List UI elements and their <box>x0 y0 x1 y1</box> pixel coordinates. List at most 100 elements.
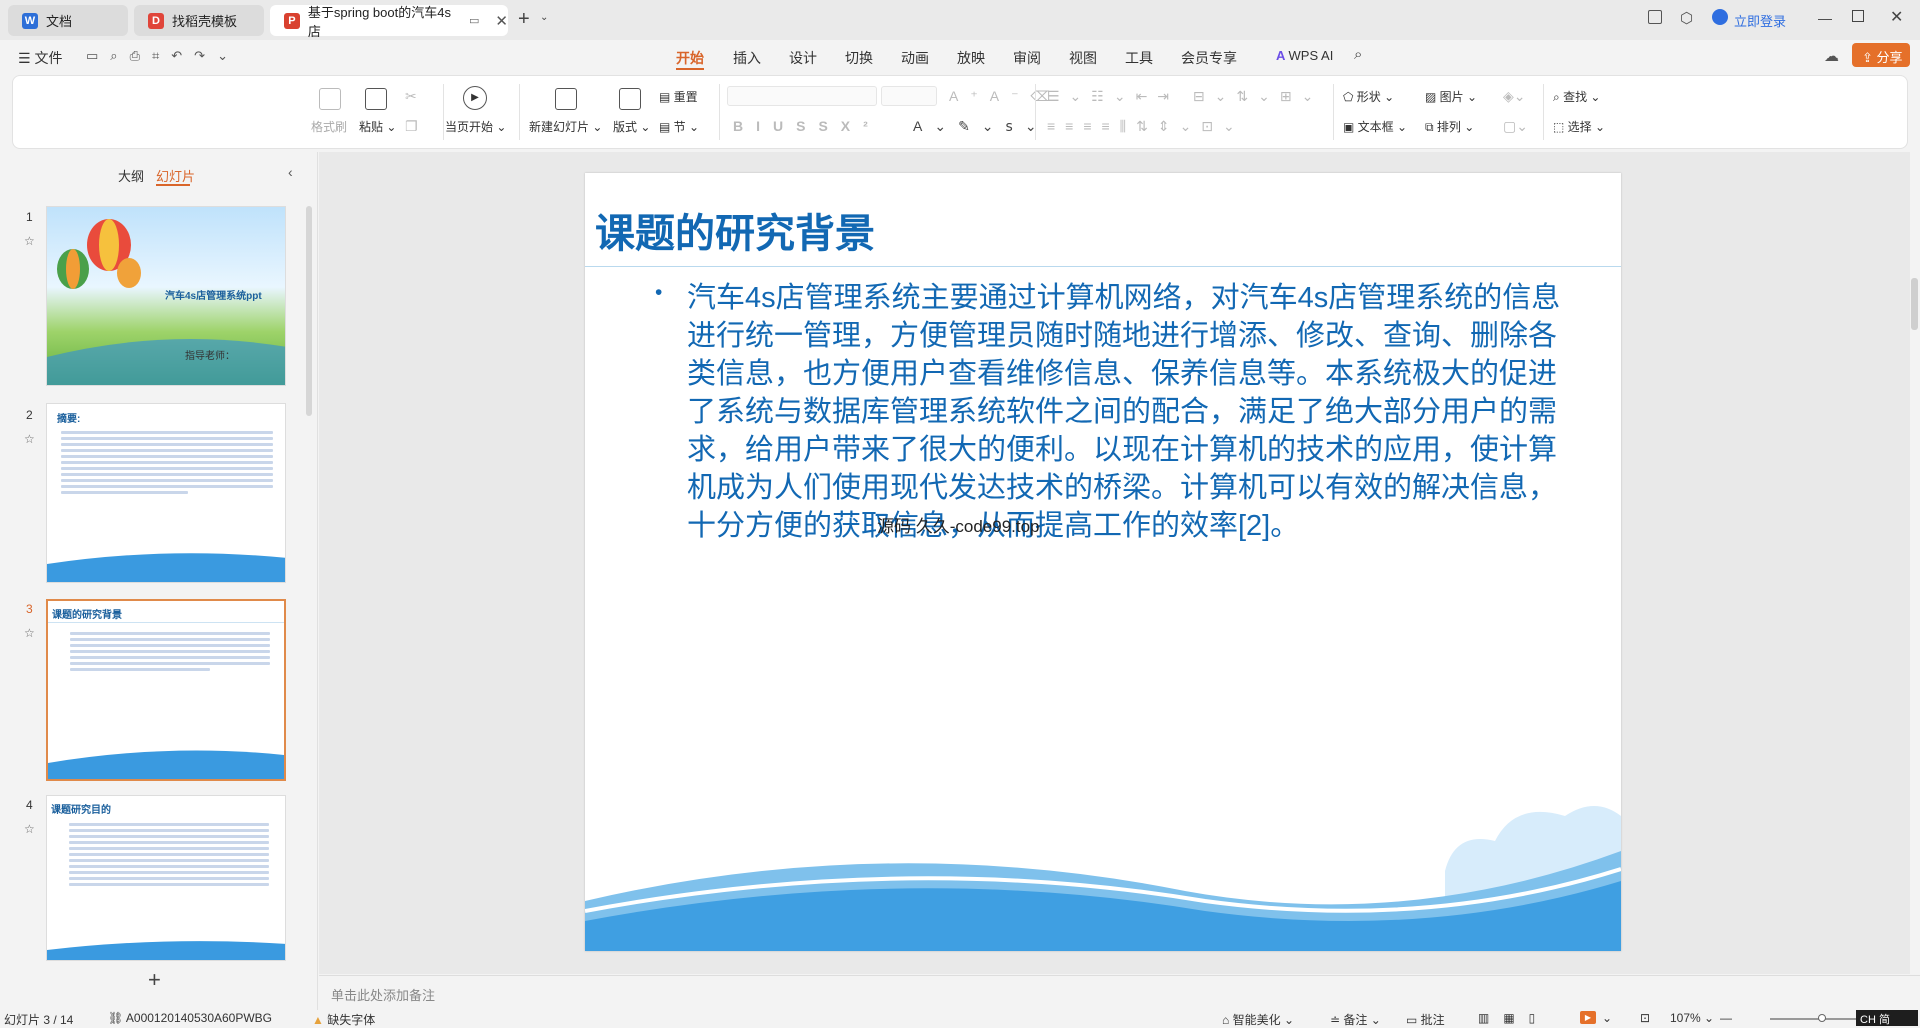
slide-panel: 大纲 幻灯片 ‹ 1 ☆ 汽车4s店管理系统ppt 指导老师： 2 ☆ 摘要: … <box>0 152 318 1010</box>
tab-documents[interactable]: W 文档 <box>8 5 128 36</box>
slide-thumbnail[interactable]: 汽车4s店管理系统ppt 指导老师： <box>46 206 286 386</box>
tab-list-icon[interactable]: ⌄ <box>540 12 548 23</box>
fit-window-icon[interactable]: ⊡ <box>1640 1011 1650 1025</box>
menu-design[interactable]: 设计 <box>789 48 817 68</box>
layout-button[interactable]: 版式 ⌄ <box>613 118 650 135</box>
section-label: 节 <box>673 120 686 134</box>
close-tab-icon[interactable]: ✕ <box>495 12 508 30</box>
new-tab-icon[interactable]: + <box>518 8 530 31</box>
close-window-icon[interactable]: ✕ <box>1890 7 1903 27</box>
slideshow-button[interactable]: 当页开始 ⌄ <box>445 118 506 135</box>
menu-member[interactable]: 会员专享 <box>1181 48 1237 68</box>
menu-tools[interactable]: 工具 <box>1125 48 1153 68</box>
search-icon[interactable]: ⌕ <box>1354 46 1362 63</box>
share-button[interactable]: ⇪ 分享 <box>1852 43 1910 67</box>
zoom-slider-thumb[interactable] <box>1818 1014 1826 1022</box>
paragraph-list-icons[interactable]: ☰⌄☷⌄⇤⇥ ⊟⌄⇅⌄⊞⌄ <box>1047 88 1323 104</box>
section-button[interactable]: ▤ 节 ⌄ <box>659 118 699 135</box>
menu-review[interactable]: 审阅 <box>1013 48 1041 68</box>
text-color-icons[interactable]: A⌄✎⌄ꜱ⌄ <box>913 118 1049 134</box>
find-button[interactable]: ⌕ 查找 ⌄ <box>1553 88 1600 105</box>
comments-button[interactable]: ▭ 批注 <box>1406 1011 1445 1028</box>
new-slide-icon <box>555 88 577 110</box>
vertical-scrollbar[interactable] <box>1910 152 1920 974</box>
collapse-panel-icon[interactable]: ‹ <box>288 164 293 180</box>
reset-button[interactable]: ▤ 重置 <box>659 88 698 105</box>
textbox-button[interactable]: ▣ 文本框 ⌄ <box>1343 118 1407 135</box>
new-slide-button[interactable]: 新建幻灯片 ⌄ <box>529 118 602 135</box>
current-slide[interactable]: 课题的研究背景 • 汽车4s店管理系统主要通过计算机网络，对汽车4s店管理系统的… <box>585 173 1621 951</box>
shape-button[interactable]: ⬠ 形状 ⌄ <box>1343 88 1394 105</box>
play-dropdown-icon[interactable]: ⌄ <box>1602 1011 1612 1025</box>
paragraph-align-icons[interactable]: ≡≡≡≡⫼⇅⇕⌄⊡⌄ <box>1047 118 1245 134</box>
wps-ai-button[interactable]: A WPS AI <box>1276 48 1333 63</box>
text-format-icons[interactable]: BIUSSX² <box>733 118 881 134</box>
star-icon[interactable]: ☆ <box>24 626 35 640</box>
arrange-button[interactable]: ⧉ 排列 ⌄ <box>1425 118 1474 135</box>
tab-presentation[interactable]: P 基于spring boot的汽车4s店 ▭ ✕ <box>270 5 508 39</box>
zoom-out-icon[interactable]: — <box>1720 1011 1732 1025</box>
menu-slideshow[interactable]: 放映 <box>957 48 985 68</box>
cube-icon[interactable]: ⬡ <box>1680 9 1693 27</box>
scroll-thumb[interactable] <box>1911 278 1918 330</box>
star-icon[interactable]: ☆ <box>24 822 35 836</box>
restore-icon[interactable] <box>1852 10 1864 22</box>
picture-icon: ▨ <box>1425 90 1440 104</box>
font-size-select[interactable] <box>881 86 937 106</box>
login-link[interactable]: 立即登录 <box>1734 11 1786 30</box>
paste-label: 粘贴 <box>359 120 384 134</box>
tab-templates[interactable]: D 找稻壳模板 <box>134 5 264 36</box>
menu-animation[interactable]: 动画 <box>901 48 929 68</box>
play-slideshow-icon[interactable]: ▶ <box>1580 1011 1596 1024</box>
slide-number: 1 <box>26 210 33 224</box>
copy-icon[interactable]: ❐ <box>405 118 418 134</box>
add-slide-icon[interactable]: + <box>148 967 161 993</box>
beautify-button[interactable]: ⌂ 智能美化 ⌄ <box>1222 1011 1294 1028</box>
zoom-label: 107% <box>1670 1011 1701 1025</box>
select-button[interactable]: ⬚ 选择 ⌄ <box>1553 118 1605 135</box>
notes-button[interactable]: ≐ 备注 ⌄ <box>1330 1011 1381 1028</box>
format-brush-button[interactable]: 格式刷 <box>311 118 347 135</box>
slide-title[interactable]: 课题的研究背景 <box>595 201 875 259</box>
reset-label: 重置 <box>673 90 698 104</box>
menu-transition[interactable]: 切换 <box>845 48 873 68</box>
zoom-slider[interactable] <box>1770 1018 1860 1020</box>
zoom-level[interactable]: 107% ⌄ <box>1670 1011 1714 1025</box>
slide-thumbnail[interactable]: 摘要: <box>46 403 286 583</box>
missing-font-button[interactable]: ▲ 缺失字体 <box>312 1011 375 1028</box>
star-icon[interactable]: ☆ <box>24 234 35 248</box>
star-icon[interactable]: ☆ <box>24 432 35 446</box>
template-icon: D <box>148 12 164 29</box>
thumbnail-title: 摘要: <box>57 414 81 425</box>
notes-pane[interactable]: 单击此处添加备注 <box>319 975 1920 1010</box>
slide-body-text[interactable]: 汽车4s店管理系统主要通过计算机网络，对汽车4s店管理系统的信息进行统一管理，方… <box>687 279 1567 545</box>
fill-icon[interactable]: ◈⌄ <box>1503 88 1526 104</box>
file-menu[interactable]: ☰ 文件 <box>18 48 62 68</box>
minimize-icon[interactable]: — <box>1818 10 1832 26</box>
cloud-upload-icon[interactable]: ☁ <box>1824 47 1839 65</box>
tab-slides[interactable]: 幻灯片 <box>156 166 195 185</box>
menu-view[interactable]: 视图 <box>1069 48 1097 68</box>
cut-icon[interactable]: ✂ <box>405 88 417 104</box>
menu-insert[interactable]: 插入 <box>733 48 761 68</box>
tab-label: 找稻壳模板 <box>172 14 238 29</box>
doc-icon: W <box>22 12 38 29</box>
slide-thumbnail[interactable]: 课题研究目的 <box>46 795 286 961</box>
doc-id[interactable]: ⛓ A000120140530A60PWBG <box>108 1011 272 1025</box>
menu-start[interactable]: 开始 <box>676 48 704 68</box>
quick-access-icons[interactable]: ▭⌕⎙⌗↶↷⌄ <box>86 48 240 64</box>
panel-scrollbar[interactable] <box>306 206 312 416</box>
picture-button[interactable]: ▨ 图片 ⌄ <box>1425 88 1477 105</box>
view-mode-icons[interactable]: ▥▦▯ <box>1478 1011 1549 1025</box>
thumbnail-text-lines <box>69 820 269 889</box>
paste-button[interactable]: 粘贴 ⌄ <box>359 118 396 135</box>
window-layout-icon[interactable] <box>1648 10 1662 24</box>
title-bar: W 文档 D 找稻壳模板 P 基于spring boot的汽车4s店 ▭ ✕ +… <box>0 0 1920 40</box>
tab-outline[interactable]: 大纲 <box>118 166 144 185</box>
font-family-select[interactable] <box>727 86 877 106</box>
outline-icon[interactable]: ▢⌄ <box>1503 118 1528 134</box>
font-size-adjust-icons[interactable]: A⁺A⁻⌫ <box>949 88 1062 104</box>
slide-thumbnail-active[interactable]: 课题的研究背景 <box>46 599 286 781</box>
avatar[interactable] <box>1712 9 1728 25</box>
tab-label: 文档 <box>46 14 73 29</box>
